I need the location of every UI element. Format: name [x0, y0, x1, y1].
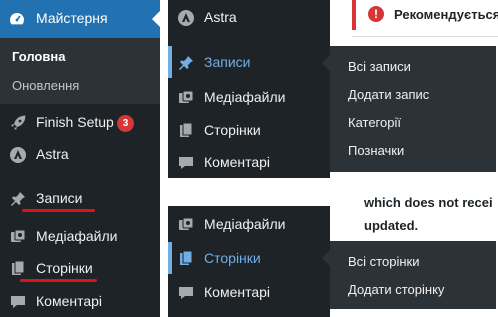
- submenu-updates[interactable]: Оновлення: [12, 78, 79, 93]
- comment-icon: [179, 287, 193, 299]
- highlight-underline: [22, 209, 95, 212]
- menu-item-comments[interactable]: Коментарі: [0, 287, 160, 317]
- menu-label: Коментарі: [204, 154, 271, 170]
- rocket-icon: [11, 115, 26, 130]
- flyout-item-categories[interactable]: Категорії: [348, 115, 401, 130]
- menu-label: Коментарі: [204, 284, 271, 300]
- menu-item-media[interactable]: Медіафайли: [0, 222, 160, 252]
- menu-label: Сторінки: [204, 122, 261, 138]
- pages-icon: [180, 122, 193, 137]
- media-icon: [179, 90, 194, 103]
- flyout-item-all-posts[interactable]: Всі записи: [348, 59, 411, 74]
- update-count-badge: 3: [117, 115, 134, 132]
- flyout-arrow: [322, 250, 330, 266]
- flyout-item-add-page[interactable]: Додати сторінку: [348, 282, 444, 297]
- notice-text-line: updated.: [364, 218, 419, 233]
- pin-icon: [179, 56, 193, 70]
- menu-item-astra[interactable]: Astra: [168, 3, 328, 33]
- menu-item-comments[interactable]: Коментарі: [168, 148, 328, 178]
- pages-flyout-menu: Всі сторінки Додати сторінку: [330, 241, 496, 309]
- flyout-item-add-post[interactable]: Додати запис: [348, 87, 429, 102]
- media-icon: [11, 229, 26, 242]
- menu-label: Медіафайли: [204, 216, 286, 232]
- menu-label: Astra: [204, 9, 237, 25]
- menu-item-posts[interactable]: Записи: [168, 48, 328, 78]
- admin-sidebar: Майстерня Головна Оновлення Finish Setup…: [0, 0, 160, 317]
- admin-notice: ! Рекомендується: [352, 0, 498, 30]
- comment-icon: [179, 157, 193, 169]
- menu-label: Сторінки: [204, 250, 261, 266]
- menu-item-finish-setup[interactable]: Finish Setup 3: [0, 108, 160, 138]
- admin-sidebar-pages-hover: Медіафайли Сторінки Коментарі: [168, 206, 330, 317]
- notice-text-block: which does not recei updated.: [352, 178, 498, 248]
- divider: [352, 36, 498, 37]
- flyout-item-all-pages[interactable]: Всі сторінки: [348, 254, 419, 269]
- menu-label: Записи: [204, 54, 251, 70]
- menu-label: Finish Setup: [36, 114, 114, 130]
- dashboard-submenu: Головна Оновлення: [0, 38, 160, 104]
- menu-label: Astra: [36, 146, 69, 162]
- current-indicator: [152, 11, 160, 27]
- comment-icon: [11, 296, 25, 308]
- pages-icon: [12, 260, 25, 275]
- menu-item-media[interactable]: Медіафайли: [168, 210, 328, 240]
- admin-sidebar-posts-hover: Astra Записи Медіафайли Сторінки Комента…: [168, 0, 330, 178]
- menu-label: Сторінки: [36, 260, 93, 276]
- posts-flyout-menu: Всі записи Додати запис Категорії Познач…: [330, 46, 496, 172]
- menu-label: Записи: [36, 190, 83, 206]
- flyout-arrow: [322, 55, 330, 71]
- astra-icon: [10, 147, 26, 163]
- highlight-underline: [20, 279, 97, 282]
- menu-label: Майстерня: [36, 10, 108, 26]
- pages-icon: [180, 250, 193, 265]
- menu-item-pages[interactable]: Сторінки: [168, 244, 328, 274]
- menu-item-media[interactable]: Медіафайли: [168, 83, 328, 113]
- menu-label: Коментарі: [36, 293, 103, 309]
- menu-item-astra[interactable]: Astra: [0, 140, 160, 170]
- pin-icon: [11, 192, 25, 206]
- menu-item-comments[interactable]: Коментарі: [168, 278, 328, 308]
- flyout-item-tags[interactable]: Позначки: [348, 143, 404, 158]
- menu-item-dashboard[interactable]: Майстерня: [0, 0, 160, 38]
- astra-icon: [178, 10, 194, 26]
- menu-item-pages[interactable]: Сторінки: [168, 116, 328, 146]
- warning-icon: !: [368, 6, 384, 22]
- notice-text-line: which does not recei: [364, 195, 493, 210]
- menu-label: Медіафайли: [36, 228, 118, 244]
- notice-title: Рекомендується: [394, 7, 498, 22]
- submenu-home[interactable]: Головна: [12, 49, 65, 64]
- dashboard-icon: [10, 13, 24, 25]
- media-icon: [179, 217, 194, 230]
- menu-label: Медіафайли: [204, 89, 286, 105]
